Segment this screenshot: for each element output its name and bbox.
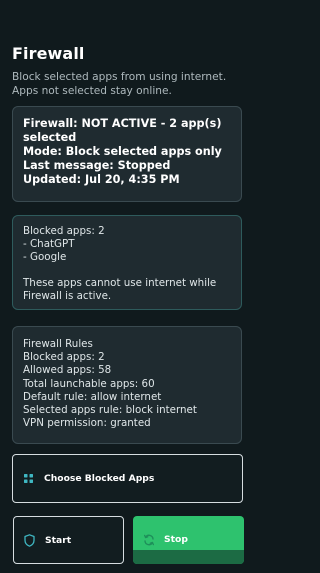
shield-icon — [24, 534, 35, 547]
grid-icon — [24, 474, 33, 483]
blocked-apps-card: Blocked apps: 2 - ChatGPT - Google These… — [12, 215, 242, 310]
start-label: Start — [45, 535, 72, 546]
blocked-note-line: These apps cannot use internet while — [23, 276, 217, 289]
rule-allowed-apps: Allowed apps: 58 — [23, 364, 112, 377]
rule-blocked-apps: Blocked apps: 2 — [23, 351, 105, 364]
refresh-icon — [143, 534, 155, 546]
stop-button[interactable]: Stop — [133, 516, 244, 564]
firewall-screen: Firewall Block selected apps from using … — [0, 0, 258, 573]
rule-vpn-permission: VPN permission: granted — [23, 417, 151, 430]
page-title: Firewall — [12, 44, 85, 63]
start-button[interactable]: Start — [13, 516, 124, 564]
choose-blocked-apps-button[interactable]: Choose Blocked Apps — [12, 454, 243, 503]
status-line-mode: Mode: Block selected apps only — [23, 145, 222, 158]
blocked-app-item: - Google — [23, 251, 67, 264]
rule-total-apps: Total launchable apps: 60 — [23, 377, 155, 390]
stop-button-shade — [133, 550, 244, 564]
page-subtitle: Block selected apps from using internet.… — [12, 71, 227, 97]
rule-selected-apps: Selected apps rule: block internet — [23, 404, 197, 417]
status-line-last-message: Last message: Stopped — [23, 159, 171, 172]
blocked-note-line: Firewall is active. — [23, 289, 112, 302]
status-line-state-cont: selected — [23, 131, 77, 144]
rules-heading: Firewall Rules — [23, 338, 93, 350]
blocked-count: Blocked apps: 2 — [23, 225, 105, 237]
blocked-app-item: - ChatGPT — [23, 238, 75, 251]
choose-blocked-apps-label: Choose Blocked Apps — [44, 473, 155, 484]
status-card: Firewall: NOT ACTIVE - 2 app(s) selected… — [12, 106, 242, 202]
status-line-state: Firewall: NOT ACTIVE - 2 app(s) — [23, 117, 222, 130]
rule-default: Default rule: allow internet — [23, 390, 162, 403]
firewall-rules-card: Firewall Rules Blocked apps: 2 Allowed a… — [12, 326, 242, 444]
stop-label: Stop — [164, 534, 188, 545]
status-line-updated: Updated: Jul 20, 4:35 PM — [23, 173, 180, 186]
